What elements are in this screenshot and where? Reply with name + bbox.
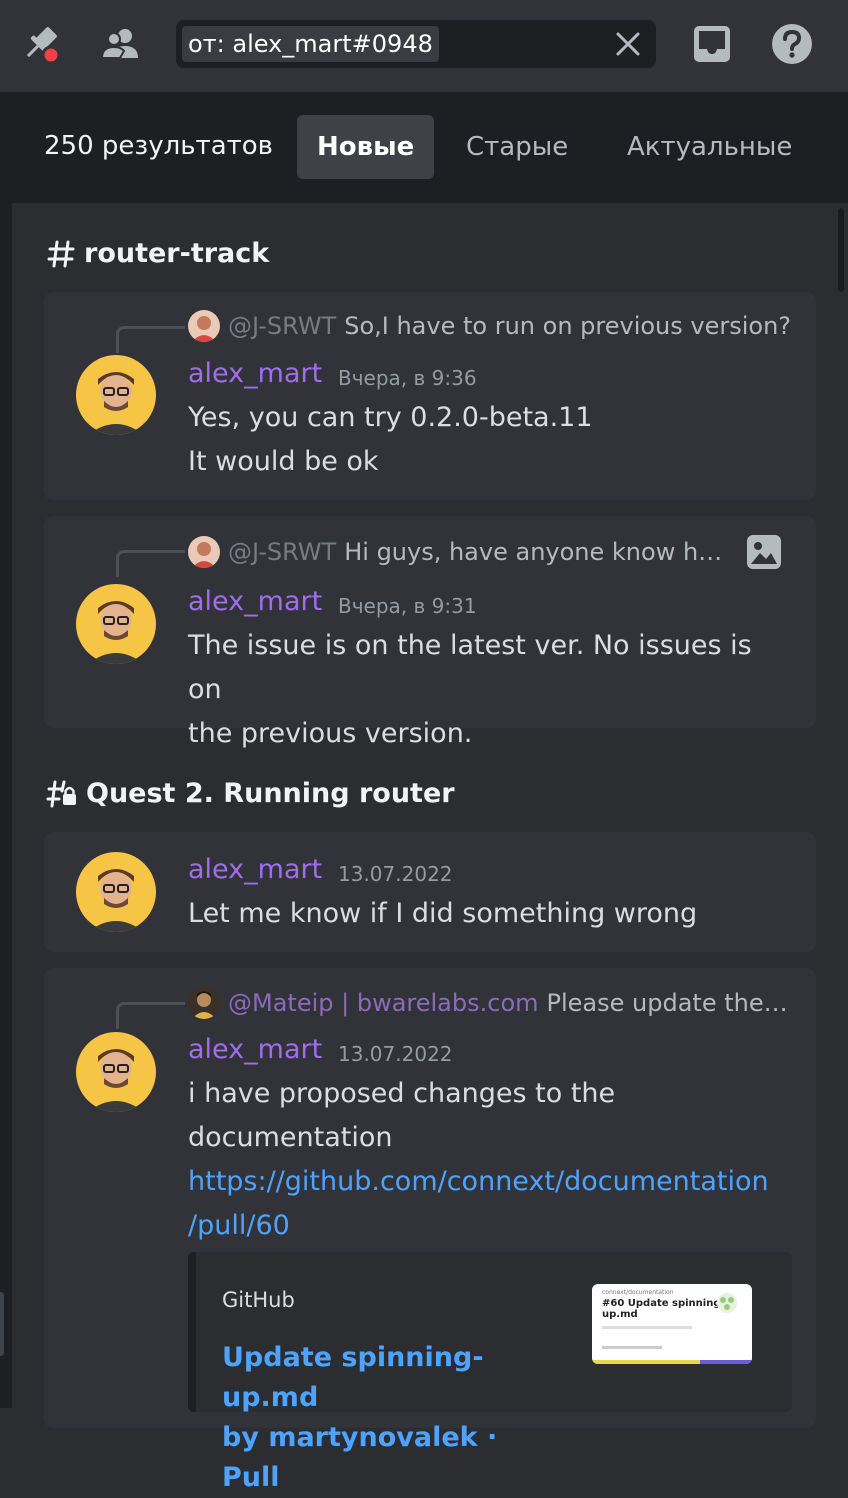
thumb-bar-purple <box>700 1360 752 1364</box>
avatar[interactable] <box>76 355 156 435</box>
reply-text: Please update the r… <box>546 989 788 1017</box>
thumb-author-line <box>602 1346 662 1349</box>
message-content: Let me know if I did something wrong <box>188 892 788 936</box>
embed-title-line[interactable]: by martynovalek · Pull <box>222 1418 562 1498</box>
channel-name: router-track <box>84 238 270 269</box>
image-icon <box>746 534 782 570</box>
thumb-title-line: #60 Update spinning- <box>602 1298 725 1309</box>
replied-user-avatar <box>188 987 220 1019</box>
reply-mention[interactable]: @J-SRWT <box>228 538 336 566</box>
github-link-continued[interactable]: /pull/60 <box>188 1204 788 1248</box>
search-bar[interactable]: от: alex_mart#0948 <box>176 20 656 68</box>
message-author[interactable]: alex_mart <box>188 1034 322 1065</box>
pinned-messages-icon[interactable] <box>18 22 62 66</box>
message-line: Let me know if I did something wrong <box>188 898 698 929</box>
message-timestamp: Вчера, в 9:36 <box>338 366 477 390</box>
reply-reference[interactable]: @J-SRWT So,I have to run on previous ver… <box>188 309 791 343</box>
message-line: i have proposed changes to the <box>188 1078 616 1109</box>
thumb-avatar-icon <box>717 1293 737 1313</box>
reply-reference[interactable]: @Mateip | bwarelabs.com Please update th… <box>188 986 788 1020</box>
help-icon[interactable] <box>770 22 814 66</box>
hash-icon <box>47 240 75 267</box>
thumb-title-line: up.md <box>602 1309 638 1320</box>
locked-thread-icon <box>46 780 76 807</box>
member-list-icon[interactable] <box>98 22 142 66</box>
search-result-message[interactable]: alex_mart 13.07.2022 Let me know if I di… <box>44 832 816 952</box>
reply-reference[interactable]: @J-SRWT Hi guys, have anyone know ho… <box>188 535 728 569</box>
reply-text: So,I have to run on previous version? <box>344 312 792 340</box>
channel-heading[interactable]: router-track <box>46 238 269 269</box>
message-author[interactable]: alex_mart <box>188 586 322 617</box>
results-count: 250 результатов <box>44 131 273 161</box>
reply-mention[interactable]: @Mateip | bwarelabs.com <box>228 989 539 1017</box>
message-line: It would be ok <box>188 446 379 477</box>
message-author[interactable]: alex_mart <box>188 854 322 885</box>
message-line: the previous version. <box>188 718 473 749</box>
reply-connector <box>116 550 185 577</box>
sidebar-indicator <box>0 1292 4 1356</box>
link-embed: GitHub Update spinning-up.md by martynov… <box>188 1252 792 1493</box>
left-sidebar-edge <box>0 92 12 1408</box>
github-link[interactable]: https://github.com/connext/documentation <box>188 1160 788 1204</box>
tab-relevant[interactable]: Актуальные <box>607 115 812 179</box>
embed-title[interactable]: Update spinning-up.md by martynovalek · … <box>222 1338 562 1498</box>
results-header: 250 результатов Новые Старые Актуальные <box>12 93 848 203</box>
thumb-bar-yellow <box>592 1360 700 1364</box>
message-line: The issue is on the latest ver. No issue… <box>188 630 752 705</box>
message-timestamp: 13.07.2022 <box>338 1042 453 1066</box>
reply-text: Hi guys, have anyone know ho… <box>344 538 728 566</box>
reply-connector <box>116 1002 185 1029</box>
message-line: documentation <box>188 1122 393 1153</box>
avatar[interactable] <box>76 584 156 664</box>
thumb-repo: connext/documentation <box>602 1289 674 1296</box>
embed-provider[interactable]: GitHub <box>222 1288 295 1312</box>
search-result-message[interactable]: @J-SRWT So,I have to run on previous ver… <box>44 292 816 500</box>
channel-heading[interactable]: Quest 2. Running router <box>46 778 455 809</box>
inbox-icon[interactable] <box>690 22 734 66</box>
reply-mention[interactable]: @J-SRWT <box>228 312 336 340</box>
embed-title-line[interactable]: Update spinning-up.md <box>222 1338 562 1418</box>
message-timestamp: Вчера, в 9:31 <box>338 594 477 618</box>
tab-newest[interactable]: Новые <box>297 115 435 179</box>
message-timestamp: 13.07.2022 <box>338 862 453 886</box>
search-result-message[interactable]: @J-SRWT Hi guys, have anyone know ho… al… <box>44 516 816 749</box>
clear-search-icon[interactable] <box>614 30 642 58</box>
replied-user-avatar <box>188 310 220 342</box>
avatar[interactable] <box>76 852 156 932</box>
top-bar: от: alex_mart#0948 <box>0 0 848 93</box>
replied-user-avatar <box>188 536 220 568</box>
message-content: i have proposed changes to the documenta… <box>188 1072 788 1248</box>
message-content: Yes, you can try 0.2.0-beta.11 It would … <box>188 396 788 484</box>
channel-name: Quest 2. Running router <box>86 778 455 809</box>
thumb-title: #60 Update spinning- up.md <box>602 1298 725 1320</box>
message-author[interactable]: alex_mart <box>188 358 322 389</box>
embed-thumbnail[interactable]: connext/documentation #60 Update spinnin… <box>592 1284 752 1364</box>
message-line: Yes, you can try 0.2.0-beta.11 <box>188 402 593 433</box>
scrollbar-thumb[interactable] <box>838 208 844 292</box>
search-query-token[interactable]: от: alex_mart#0948 <box>182 26 439 62</box>
thumb-stats-bar <box>602 1326 692 1329</box>
tab-oldest[interactable]: Старые <box>446 115 588 179</box>
avatar[interactable] <box>76 1032 156 1112</box>
search-result-message[interactable]: @Mateip | bwarelabs.com Please update th… <box>44 968 816 1493</box>
reply-connector <box>116 326 185 353</box>
message-content: The issue is on the latest ver. No issue… <box>188 624 788 756</box>
